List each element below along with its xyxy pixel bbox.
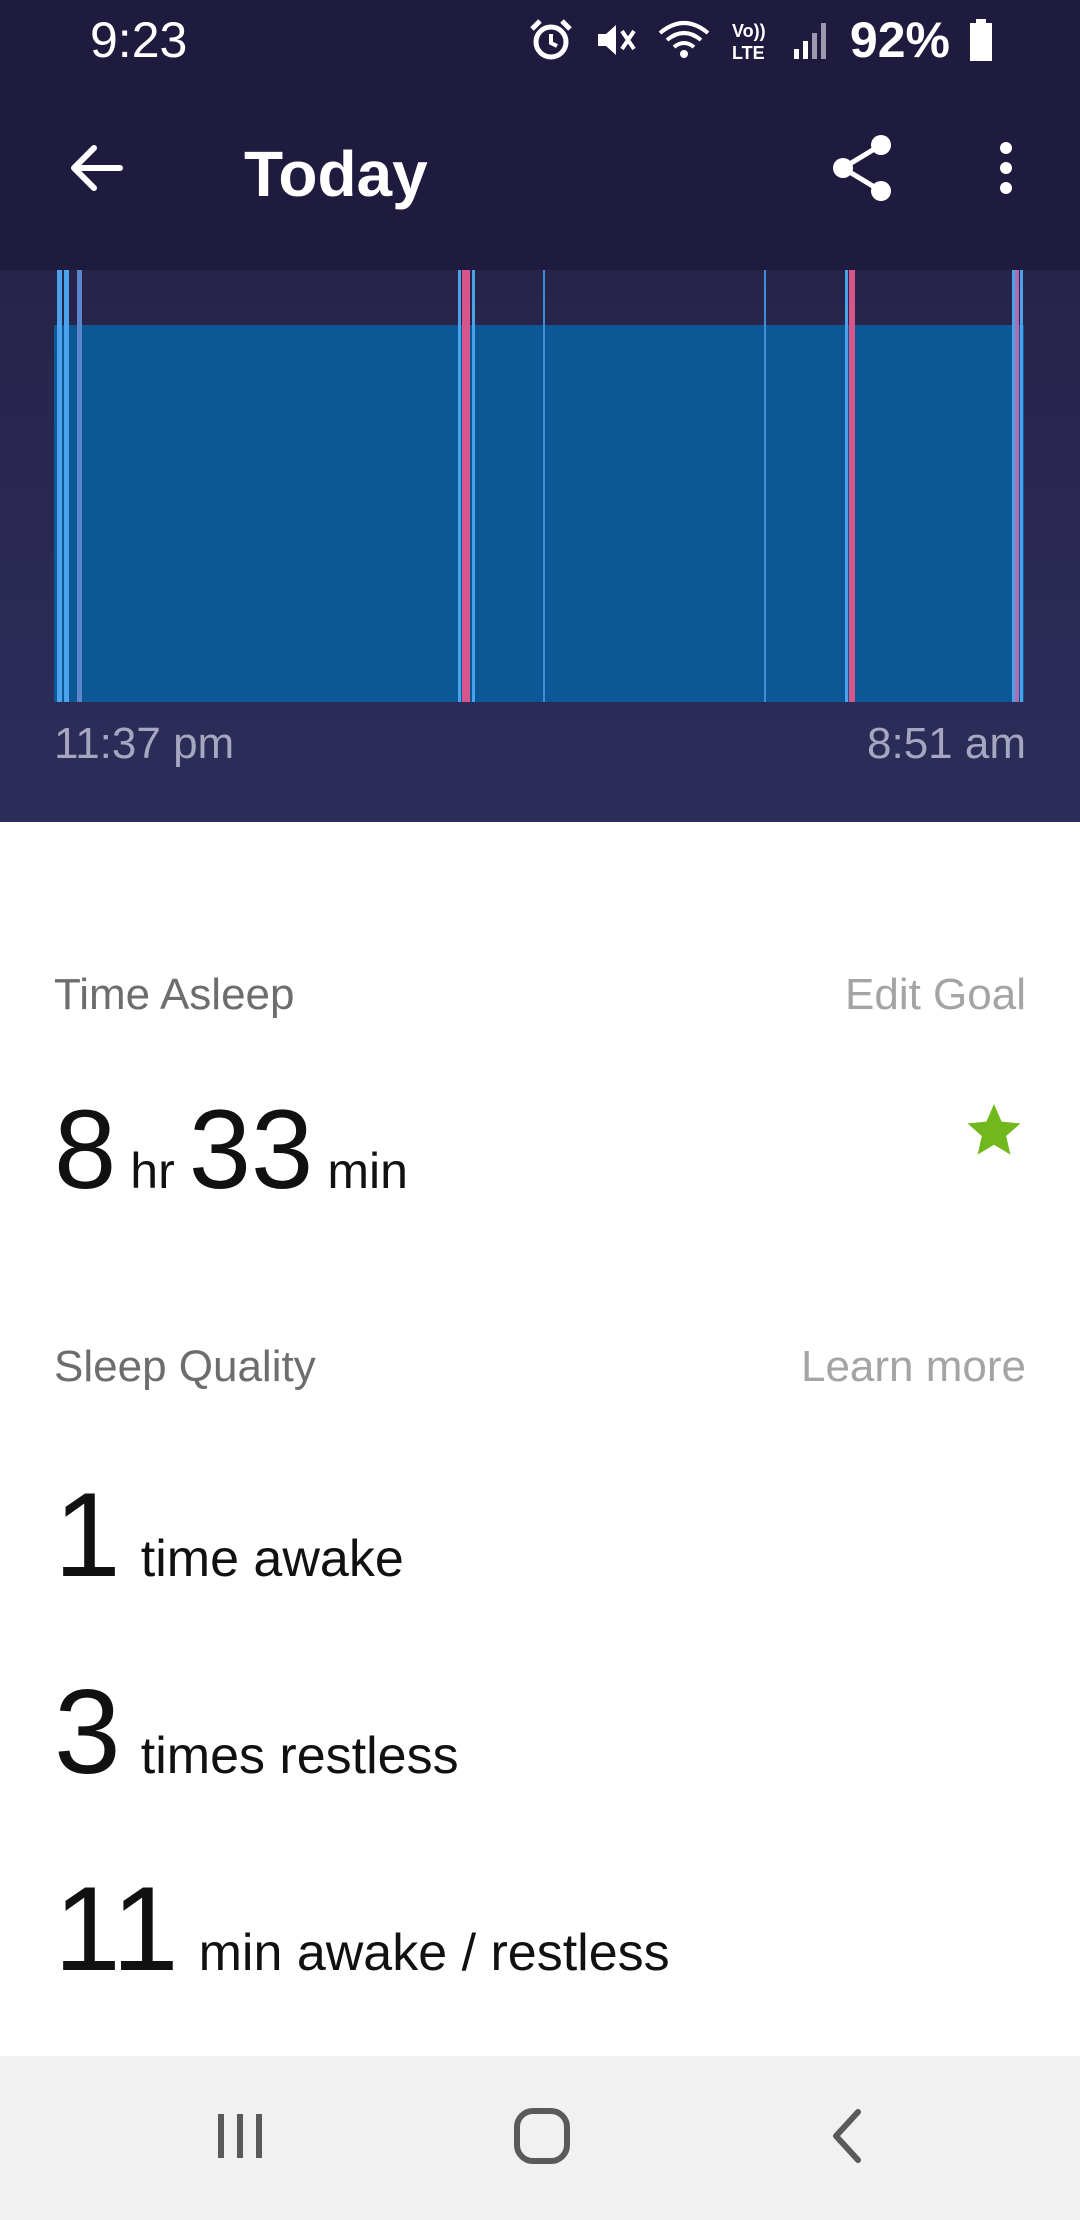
nav-back-button[interactable] — [796, 2098, 896, 2178]
more-vert-icon — [996, 138, 1016, 203]
alarm-icon — [528, 17, 574, 63]
stat-label: times restless — [140, 1727, 459, 1785]
stat-value: 3 — [54, 1665, 121, 1799]
chart-restless-mark — [472, 270, 475, 702]
chart-awake-mark — [1015, 270, 1019, 702]
star-icon — [964, 1100, 1024, 1160]
minutes-value: 33 — [188, 1087, 314, 1212]
battery-percent: 92% — [849, 12, 950, 68]
back-icon — [826, 2106, 866, 2171]
recents-icon — [212, 2108, 268, 2169]
chart-restless-mark — [764, 270, 766, 702]
chart-restless-mark — [1020, 270, 1023, 702]
system-nav-bar — [0, 2056, 1080, 2220]
app-bar: Today — [0, 80, 1080, 270]
share-button[interactable] — [822, 130, 902, 210]
hours-value: 8 — [54, 1087, 117, 1212]
back-button[interactable] — [56, 130, 136, 210]
time-asleep-header: Time Asleep Edit Goal — [54, 970, 1026, 1020]
stat-row-awake: 1 time awake — [54, 1470, 404, 1600]
wifi-icon — [656, 17, 712, 63]
stat-row-restless: 3 times restless — [54, 1667, 459, 1797]
status-bar: 9:23 Vo)) LTE 92% — [0, 0, 1080, 80]
status-time: 9:23 — [90, 12, 188, 68]
stat-label: min awake / restless — [198, 1924, 670, 1982]
chart-start-time: 11:37 pm — [54, 719, 235, 768]
chart-restless-mark — [57, 270, 62, 702]
sleep-quality-title: Sleep Quality — [54, 1342, 316, 1391]
chart-restless-mark — [845, 270, 848, 702]
chart-band-asleep — [54, 325, 1024, 702]
sleep-quality-header: Sleep Quality Learn more — [54, 1342, 1026, 1392]
chart-awake-mark — [849, 270, 855, 702]
battery-icon — [968, 17, 994, 63]
signal-icon — [792, 17, 832, 63]
recents-button[interactable] — [190, 2098, 290, 2178]
time-asleep-value: 8 hr 33 min — [54, 1090, 422, 1210]
stat-label: time awake — [140, 1530, 404, 1588]
chart-restless-mark — [64, 270, 69, 702]
chart-restless-mark — [458, 270, 461, 702]
time-asleep-title: Time Asleep — [54, 970, 295, 1019]
more-options-button[interactable] — [966, 130, 1046, 210]
chart-end-time: 8:51 am — [867, 719, 1026, 768]
home-icon — [512, 2106, 572, 2171]
stat-value: 1 — [54, 1468, 121, 1602]
hours-unit: hr — [130, 1143, 175, 1199]
status-icons: Vo)) LTE 92% — [528, 14, 994, 66]
edit-goal-link[interactable]: Edit Goal — [845, 970, 1026, 1020]
page-title: Today — [244, 138, 428, 210]
chart-restless-mark — [543, 270, 545, 702]
chart-restless-mark — [77, 270, 82, 702]
back-arrow-icon — [66, 138, 126, 203]
svg-text:Vo)): Vo)) — [732, 21, 766, 41]
stat-value: 11 — [54, 1862, 179, 1996]
volte-icon: Vo)) LTE — [730, 17, 774, 63]
chart-restless-mark — [1012, 270, 1015, 702]
chart-awake-mark — [462, 270, 470, 702]
mute-icon — [592, 17, 638, 63]
home-button[interactable] — [492, 2098, 592, 2178]
sleep-chart[interactable]: 11:37 pm 8:51 am — [0, 270, 1080, 822]
stat-row-awake-restless-min: 11 min awake / restless — [54, 1864, 670, 1994]
svg-text:LTE: LTE — [732, 43, 765, 63]
share-icon — [829, 133, 895, 208]
minutes-unit: min — [327, 1143, 408, 1199]
learn-more-link[interactable]: Learn more — [801, 1342, 1026, 1392]
